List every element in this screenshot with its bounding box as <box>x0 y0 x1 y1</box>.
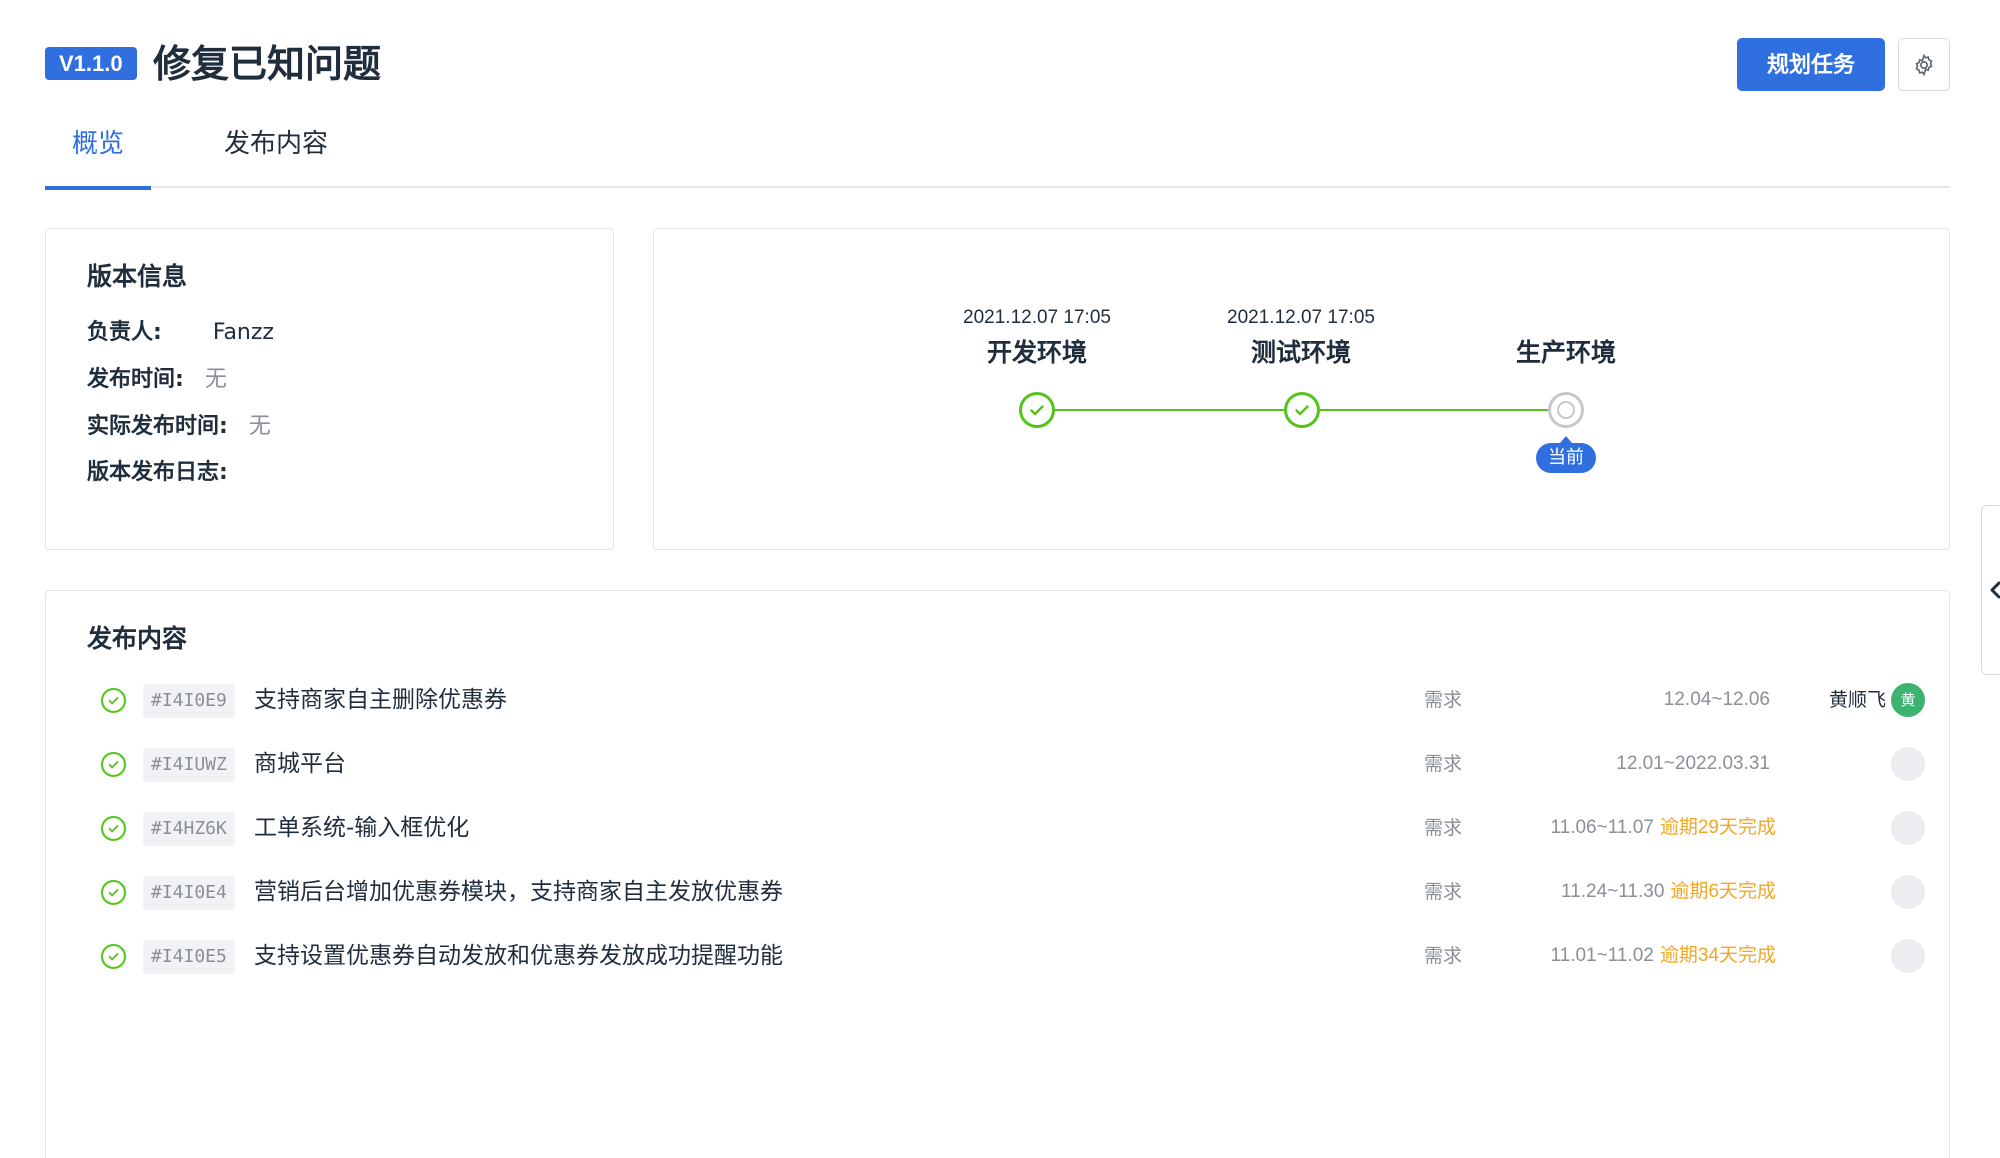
release-time-label: 发布时间: <box>87 367 184 392</box>
owner-label: 负责人: <box>87 320 162 345</box>
current-stage-tag: 当前 <box>1536 436 1596 473</box>
settings-button[interactable] <box>1898 38 1950 91</box>
item-name[interactable]: 商城平台 <box>254 746 346 782</box>
chevron-left-icon <box>1990 581 2000 599</box>
item-overdue: 逾期6天完成 <box>1670 881 1776 902</box>
check-icon <box>1030 405 1044 416</box>
tab-bar: 概览 发布内容 <box>45 112 1950 190</box>
item-dates: 12.01~2022.03.31 <box>1616 749 1776 779</box>
avatar[interactable] <box>1891 747 1925 781</box>
release-log-label: 版本发布日志: <box>87 460 228 485</box>
check-circle-icon <box>101 944 126 969</box>
check-circle-icon <box>101 688 126 713</box>
stage-test: 2021.12.07 17:05 测试环境 <box>1201 305 1401 369</box>
page-title: 修复已知问题 <box>153 42 382 86</box>
item-type: 需求 <box>1424 753 1463 775</box>
stage-dev-time: 2021.12.07 17:05 <box>963 307 1111 328</box>
list-item[interactable]: #I4I0E4 营销后台增加优惠券模块，支持商家自主发放优惠券 需求 11.24… <box>101 868 1941 918</box>
avatar[interactable] <box>1891 939 1925 973</box>
owner-value: Fanzz <box>212 320 274 345</box>
stage-dev-name: 开发环境 <box>986 338 1087 367</box>
check-circle-icon <box>101 752 126 777</box>
actual-release-time-value: 无 <box>248 414 271 439</box>
tab-overview[interactable]: 概览 <box>45 124 152 190</box>
release-content-card: 发布内容 #I4I0E9 支持商家自主删除优惠券 需求 12.04~12.06 … <box>45 590 1950 1158</box>
list-item[interactable]: #I4HZ6K 工单系统-输入框优化 需求 11.06~11.07 逾期29天完成 <box>101 804 1941 854</box>
item-name[interactable]: 营销后台增加优惠券模块，支持商家自主发放优惠券 <box>254 874 783 910</box>
release-content-title: 发布内容 <box>87 624 188 653</box>
item-date-range: 12.04~12.06 <box>1663 689 1770 710</box>
item-code: #I4HZ6K <box>143 812 235 846</box>
version-badge: V1.1.0 <box>45 47 137 80</box>
release-log-row: 版本发布日志: <box>87 457 228 489</box>
stage-test-node <box>1284 392 1320 428</box>
stage-test-name: 测试环境 <box>1250 338 1351 367</box>
item-type: 需求 <box>1424 817 1463 839</box>
page-header: V1.1.0 修复已知问题 规划任务 <box>45 38 1950 93</box>
owner-row: 负责人: Fanzz <box>87 317 274 349</box>
release-time-value: 无 <box>204 367 227 392</box>
stage-prod-time <box>1466 305 1666 331</box>
stage-test-time: 2021.12.07 17:05 <box>1227 307 1375 328</box>
check-icon <box>1295 405 1309 416</box>
check-circle-icon <box>101 816 126 841</box>
pending-dot-icon <box>1557 401 1575 419</box>
list-item[interactable]: #I4I0E5 支持设置优惠券自动发放和优惠券发放成功提醒功能 需求 11.01… <box>101 932 1941 982</box>
item-date-range: 11.01~11.02 <box>1550 945 1654 966</box>
item-dates: 12.04~12.06 <box>1664 685 1776 715</box>
version-info-title: 版本信息 <box>87 262 188 291</box>
avatar[interactable] <box>1891 875 1925 909</box>
item-dates: 11.01~11.02 逾期34天完成 <box>1550 941 1776 971</box>
side-panel-toggle[interactable] <box>1981 505 2000 675</box>
item-dates: 11.24~11.30 逾期6天完成 <box>1561 877 1776 907</box>
stage-dev: 2021.12.07 17:05 开发环境 <box>937 305 1137 369</box>
item-code: #I4I0E4 <box>143 876 235 910</box>
avatar[interactable] <box>1891 811 1925 845</box>
version-info-card: 版本信息 负责人: Fanzz 发布时间: 无 实际发布时间: 无 版本发布日志… <box>45 228 614 550</box>
stage-dev-node <box>1019 392 1055 428</box>
item-assignee: 黄顺飞 <box>1828 689 1886 711</box>
item-code: #I4I0E9 <box>143 684 235 718</box>
item-type: 需求 <box>1424 945 1463 967</box>
stage-prod-name: 生产环境 <box>1515 338 1616 367</box>
avatar[interactable]: 黄 <box>1891 683 1925 717</box>
item-date-range: 12.01~2022.03.31 <box>1616 753 1770 774</box>
pipeline-connector <box>1320 409 1549 411</box>
item-overdue: 逾期34天完成 <box>1659 945 1776 966</box>
plan-task-button[interactable]: 规划任务 <box>1737 38 1885 91</box>
list-item[interactable]: #I4I0E9 支持商家自主删除优惠券 需求 12.04~12.06 黄顺飞 黄 <box>101 676 1941 726</box>
item-dates: 11.06~11.07 逾期29天完成 <box>1550 813 1776 843</box>
pipeline-connector <box>1055 409 1284 411</box>
item-type: 需求 <box>1424 689 1463 711</box>
item-name[interactable]: 支持商家自主删除优惠券 <box>254 682 507 718</box>
check-circle-icon <box>101 880 126 905</box>
item-name[interactable]: 支持设置优惠券自动发放和优惠券发放成功提醒功能 <box>254 938 783 974</box>
item-code: #I4I0E5 <box>143 940 235 974</box>
item-code: #I4IUWZ <box>143 748 235 782</box>
item-date-range: 11.06~11.07 <box>1550 817 1654 838</box>
tab-release-content[interactable]: 发布内容 <box>197 124 355 164</box>
item-type: 需求 <box>1424 881 1463 903</box>
environment-pipeline-card: 2021.12.07 17:05 开发环境 2021.12.07 17:05 测… <box>653 228 1950 550</box>
actual-release-time-row: 实际发布时间: 无 <box>87 411 271 443</box>
gear-icon <box>1915 53 1933 76</box>
item-date-range: 11.24~11.30 <box>1561 881 1665 902</box>
actual-release-time-label: 实际发布时间: <box>87 414 228 439</box>
stage-prod-node <box>1548 392 1584 428</box>
item-overdue: 逾期29天完成 <box>1659 817 1776 838</box>
stage-prod: 生产环境 <box>1466 305 1666 369</box>
list-item[interactable]: #I4IUWZ 商城平台 需求 12.01~2022.03.31 <box>101 740 1941 790</box>
release-time-row: 发布时间: 无 <box>87 364 227 396</box>
item-name[interactable]: 工单系统-输入框优化 <box>254 810 469 846</box>
